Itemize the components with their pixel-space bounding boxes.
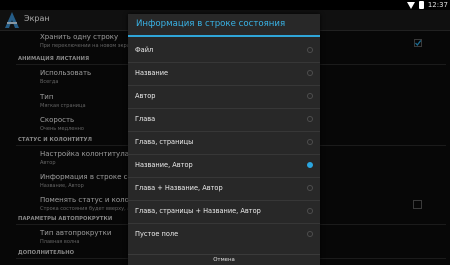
- system-icons: 12:37: [406, 0, 448, 10]
- radio-button[interactable]: [307, 208, 313, 214]
- status-info-dialog: Информация в строке состояния Файл Назва…: [128, 14, 320, 265]
- option-label: Название: [135, 69, 169, 77]
- wifi-icon: [406, 1, 415, 9]
- option-label: Пустое поле: [135, 230, 179, 238]
- option-chapter[interactable]: Глава: [128, 108, 320, 130]
- cancel-button[interactable]: Отмена: [128, 255, 320, 265]
- radio-button[interactable]: [307, 139, 313, 145]
- option-label: Глава: [135, 115, 156, 123]
- radio-button[interactable]: [307, 185, 313, 191]
- option-empty-field[interactable]: Пустое поле: [128, 223, 320, 245]
- radio-button[interactable]: [307, 116, 313, 122]
- option-title[interactable]: Название: [128, 62, 320, 84]
- option-chapter-pages-plus-title-author[interactable]: Глава, страницы + Название, Автор: [128, 200, 320, 222]
- dialog-title: Информация в строке состояния: [136, 19, 286, 29]
- option-chapter-pages[interactable]: Глава, страницы: [128, 131, 320, 153]
- option-label: Автор: [135, 92, 156, 100]
- option-label: Название, Автор: [135, 161, 193, 169]
- option-label: Файл: [135, 46, 154, 54]
- option-label: Глава + Название, Автор: [135, 184, 223, 192]
- radio-button[interactable]: [307, 93, 313, 99]
- radio-button-selected[interactable]: [307, 162, 313, 168]
- radio-button[interactable]: [307, 47, 313, 53]
- clock: 12:37: [427, 1, 448, 9]
- status-bar: 12:37: [0, 0, 450, 10]
- option-label: Глава, страницы: [135, 138, 194, 146]
- option-title-author[interactable]: Название, Автор: [128, 154, 320, 176]
- radio-button[interactable]: [307, 70, 313, 76]
- radio-button[interactable]: [307, 231, 313, 237]
- option-label: Глава, страницы + Название, Автор: [135, 207, 261, 215]
- option-author[interactable]: Автор: [128, 85, 320, 107]
- option-chapter-plus-title-author[interactable]: Глава + Название, Автор: [128, 177, 320, 199]
- option-file[interactable]: Файл: [128, 39, 320, 61]
- battery-icon: [418, 1, 424, 9]
- dialog-title-divider: [128, 35, 320, 37]
